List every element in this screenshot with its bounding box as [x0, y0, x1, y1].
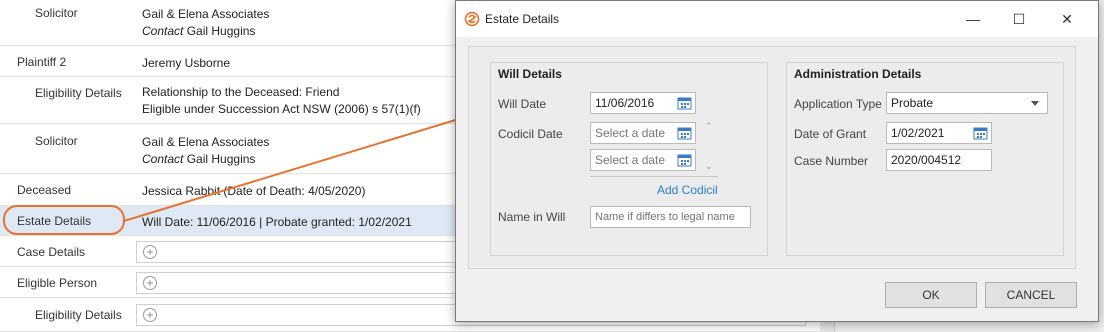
minimize-button[interactable]: —	[950, 6, 996, 32]
maximize-button[interactable]: ☐	[996, 6, 1042, 32]
case-number-label: Case Number	[794, 154, 869, 168]
chevron-down-icon[interactable]	[1031, 101, 1039, 106]
estate-details-dialog: Estate Details — ☐ ✕ Will Details Will D…	[455, 0, 1099, 322]
will-date-value: 11/06/2016	[595, 96, 655, 110]
plus-circle-icon[interactable]: +	[143, 276, 157, 290]
dialog-content: Will Details Will Date 11/06/2016 Codici…	[468, 46, 1076, 269]
divider	[590, 176, 718, 177]
date-of-grant-input[interactable]: 1/02/2021	[886, 122, 992, 144]
application-type-value: Probate	[891, 96, 934, 110]
calendar-icon[interactable]	[973, 126, 988, 140]
application-type-select[interactable]: Probate	[886, 92, 1048, 114]
group-title: Administration Details	[794, 67, 922, 81]
plus-circle-icon[interactable]: +	[143, 245, 157, 259]
scroll-down-icon[interactable]: ⌄	[705, 161, 713, 172]
scroll-up-icon[interactable]: ⌃	[705, 121, 713, 132]
will-date-input[interactable]: 11/06/2016	[590, 92, 696, 114]
administration-details-group: Administration Details Application Type …	[786, 62, 1064, 256]
plus-circle-icon[interactable]: +	[143, 308, 157, 322]
date-of-grant-label: Date of Grant	[794, 127, 867, 141]
close-button[interactable]: ✕	[1044, 6, 1090, 32]
group-title: Will Details	[498, 67, 562, 81]
case-number-value: 2020/004512	[891, 153, 962, 167]
calendar-icon[interactable]	[677, 126, 692, 140]
row-label: Eligibility Details	[35, 308, 122, 322]
dialog-title: Estate Details	[485, 12, 560, 26]
name-in-will-input[interactable]	[590, 206, 751, 228]
name-in-will-label: Name in Will	[498, 210, 566, 224]
date-of-grant-value: 1/02/2021	[891, 126, 945, 140]
codicil-date-label: Codicil Date	[498, 127, 563, 141]
case-number-input[interactable]: 2020/004512	[886, 149, 992, 171]
cancel-button[interactable]: CANCEL	[985, 282, 1077, 308]
ok-button[interactable]: OK	[885, 282, 977, 308]
row-label: Case Details	[17, 245, 86, 259]
will-details-group: Will Details Will Date 11/06/2016 Codici…	[490, 62, 768, 256]
application-type-label: Application Type	[794, 97, 882, 111]
title-bar[interactable]: Estate Details — ☐ ✕	[456, 1, 1098, 37]
codicil-placeholder: Select a date	[595, 126, 666, 140]
row-label: Eligible Person	[17, 276, 98, 290]
calendar-icon[interactable]	[677, 96, 692, 110]
codicil-placeholder: Select a date	[595, 153, 666, 167]
codicil-date-input-1[interactable]: Select a date	[590, 122, 696, 144]
codicil-date-input-2[interactable]: Select a date	[590, 149, 696, 171]
will-date-label: Will Date	[498, 97, 547, 111]
add-codicil-link[interactable]: Add Codicil	[657, 183, 718, 197]
app-logo-icon	[464, 11, 480, 27]
calendar-icon[interactable]	[677, 153, 692, 167]
arrow-annotation	[123, 111, 474, 222]
